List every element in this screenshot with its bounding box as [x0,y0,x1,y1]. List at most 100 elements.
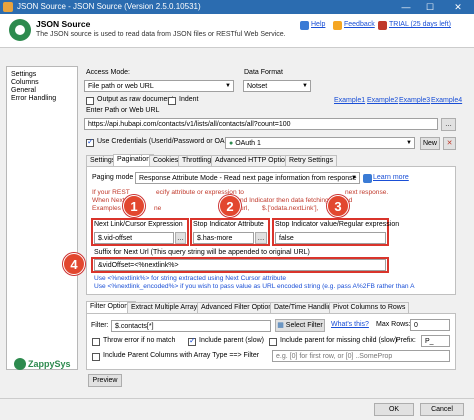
tab-advanced-filter-options[interactable]: Advanced Filter Options [197,302,280,313]
sidebar-item-columns[interactable]: Columns [11,79,39,86]
tab-pivot-columns[interactable]: Pivot Columns to Rows [329,302,410,313]
new-credentials-button[interactable]: New [420,137,440,150]
next-link-input[interactable]: $.vid-offset [94,232,174,244]
include-parent-checkbox[interactable] [188,336,196,346]
header-description: The JSON source is used to read data fro… [36,31,286,38]
step-badge-1: 1 [123,195,145,217]
example2-link[interactable]: Example2 [367,97,398,104]
title-bar: JSON Source - JSON Source (Version 2.5.0… [0,0,474,14]
paging-mode-value: Response Attribute Mode - Read next page… [139,175,357,182]
tab-retry-settings[interactable]: Retry Settings [285,155,337,166]
indent-label: Indent [179,96,199,103]
use-credentials-checkbox[interactable] [86,137,94,147]
trial-link[interactable]: TRIAL (25 days left) [389,21,451,28]
pivot-filter-input[interactable]: e.g. [0] for first row, or [0] ..SomePro… [272,350,450,362]
chevron-down-icon: ▼ [302,83,308,89]
note-line-2: Use <%nextlink_encoded%> if you wish to … [94,283,415,290]
tab-advanced-http[interactable]: Advanced HTTP Options [211,155,297,166]
use-credentials-label: Use Credentials (UserId/Password or OAut… [97,138,237,145]
tab-pagination[interactable]: Pagination [113,154,155,166]
suffix-input[interactable]: &vidOffset=<%nextlink%> [94,259,386,271]
include-pivot-label: Include Parent Columns with Array Type =… [103,352,260,359]
info-line-1a: If your REST [92,189,130,196]
paging-mode-select[interactable]: Response Attribute Mode - Read next page… [135,172,360,184]
data-format-value: Notset [247,83,268,90]
trial-icon [378,21,387,30]
tab-throttling[interactable]: Throttling [178,155,216,166]
window-title: JSON Source - JSON Source (Version 2.5.0… [17,2,201,11]
maximize-button[interactable]: ☐ [420,0,440,14]
access-mode-value: File path or web URL [88,83,154,90]
stop-attribute-input[interactable]: $.has-more [193,232,254,244]
info-line-3a: Examples [92,205,121,212]
data-format-label: Data Format [244,69,283,76]
step-badge-2: 2 [219,195,241,217]
app-icon [3,2,13,12]
json-source-logo-icon [9,19,31,41]
zappysys-logo-icon [14,358,26,370]
delete-credentials-button[interactable]: ✕ [443,137,456,150]
path-input[interactable]: https://api.hubapi.com/contacts/v1/lists… [84,118,438,130]
stop-attribute-browse-button[interactable]: … [255,232,267,244]
stop-attribute-label: Stop Indicator Attribute [193,221,264,228]
chevron-down-icon: ▼ [225,83,231,89]
max-rows-input[interactable]: 0 [410,319,450,331]
preview-button[interactable]: Preview [88,374,122,387]
prefix-input[interactable]: P_ [421,335,450,347]
example1-link[interactable]: Example1 [334,97,365,104]
browse-button[interactable]: … [441,118,456,131]
chevron-down-icon: ▼ [351,175,357,181]
next-link-browse-button[interactable]: … [175,232,186,244]
minimize-button[interactable]: — [396,0,416,14]
access-mode-label: Access Mode: [86,69,130,76]
step-badge-4: 4 [63,253,85,275]
chevron-down-icon: ▼ [406,140,412,146]
example3-link[interactable]: Example3 [399,97,430,104]
paging-mode-label: Paging mode [92,174,134,181]
sidebar-item-general[interactable]: General [11,87,36,94]
ok-button[interactable]: OK [374,403,414,416]
filter-input[interactable]: $.contacts[*] [111,320,271,332]
info-line-1c: next response. [345,189,389,196]
filter-icon: ▦ [277,322,286,329]
access-mode-select[interactable]: File path or web URL ▼ [84,80,234,92]
throw-error-checkbox[interactable] [92,338,100,346]
info-icon [363,174,372,183]
next-link-label: Next Link/Cursor Expression [94,221,183,228]
header: JSON Source The JSON source is used to r… [0,14,474,48]
sidebar-item-error-handling[interactable]: Error Handling [11,95,56,102]
include-pivot-checkbox[interactable] [92,353,100,361]
brand-name: ZappySys [28,359,71,369]
close-button[interactable]: ✕ [448,0,468,14]
footer: OK Cancel [0,398,474,420]
indent-checkbox[interactable] [168,97,176,105]
select-filter-button[interactable]: ▦ Select Filter [275,319,325,332]
step-badge-3: 3 [327,195,349,217]
help-link[interactable]: Help [311,21,325,28]
include-parent-missing-checkbox[interactable] [269,338,277,346]
data-format-select[interactable]: Notset ▼ [243,80,311,92]
tab-extract-multiple-arrays[interactable]: Extract Multiple Arrays [127,302,205,313]
credentials-select[interactable]: ● OAuth 1 ▼ [225,137,415,149]
output-raw-label: Output as raw document [97,96,174,103]
whats-this-link[interactable]: What's this? [331,321,369,328]
feedback-link[interactable]: Feedback [344,21,375,28]
note-line-1: Use <%nextlink%> for string extracted us… [94,275,287,282]
sidebar: Settings Columns General Error Handling [6,66,78,370]
cancel-button[interactable]: Cancel [420,403,464,416]
filter-label: Filter: [91,322,109,329]
info-line-2b: nd Indicator then data fetching [240,197,329,204]
help-icon [300,21,309,30]
stop-value-label: Stop Indicator value/Regular expression [275,221,400,228]
info-line-2a: When Next [92,197,125,204]
example4-link[interactable]: Example4 [431,97,462,104]
learn-more-link[interactable]: Learn more [373,174,409,181]
stop-value-input[interactable]: false [275,232,386,244]
include-parent-missing-label: Include parent for missing child (slow) [280,337,398,344]
output-raw-checkbox[interactable] [86,97,94,105]
path-label: Enter Path or Web URL [86,107,160,114]
select-filter-label: Select Filter [285,322,323,329]
info-line-3d: $.['odata.nextLink'], [262,205,319,212]
feedback-icon [333,21,342,30]
sidebar-item-settings[interactable]: Settings [11,71,36,78]
